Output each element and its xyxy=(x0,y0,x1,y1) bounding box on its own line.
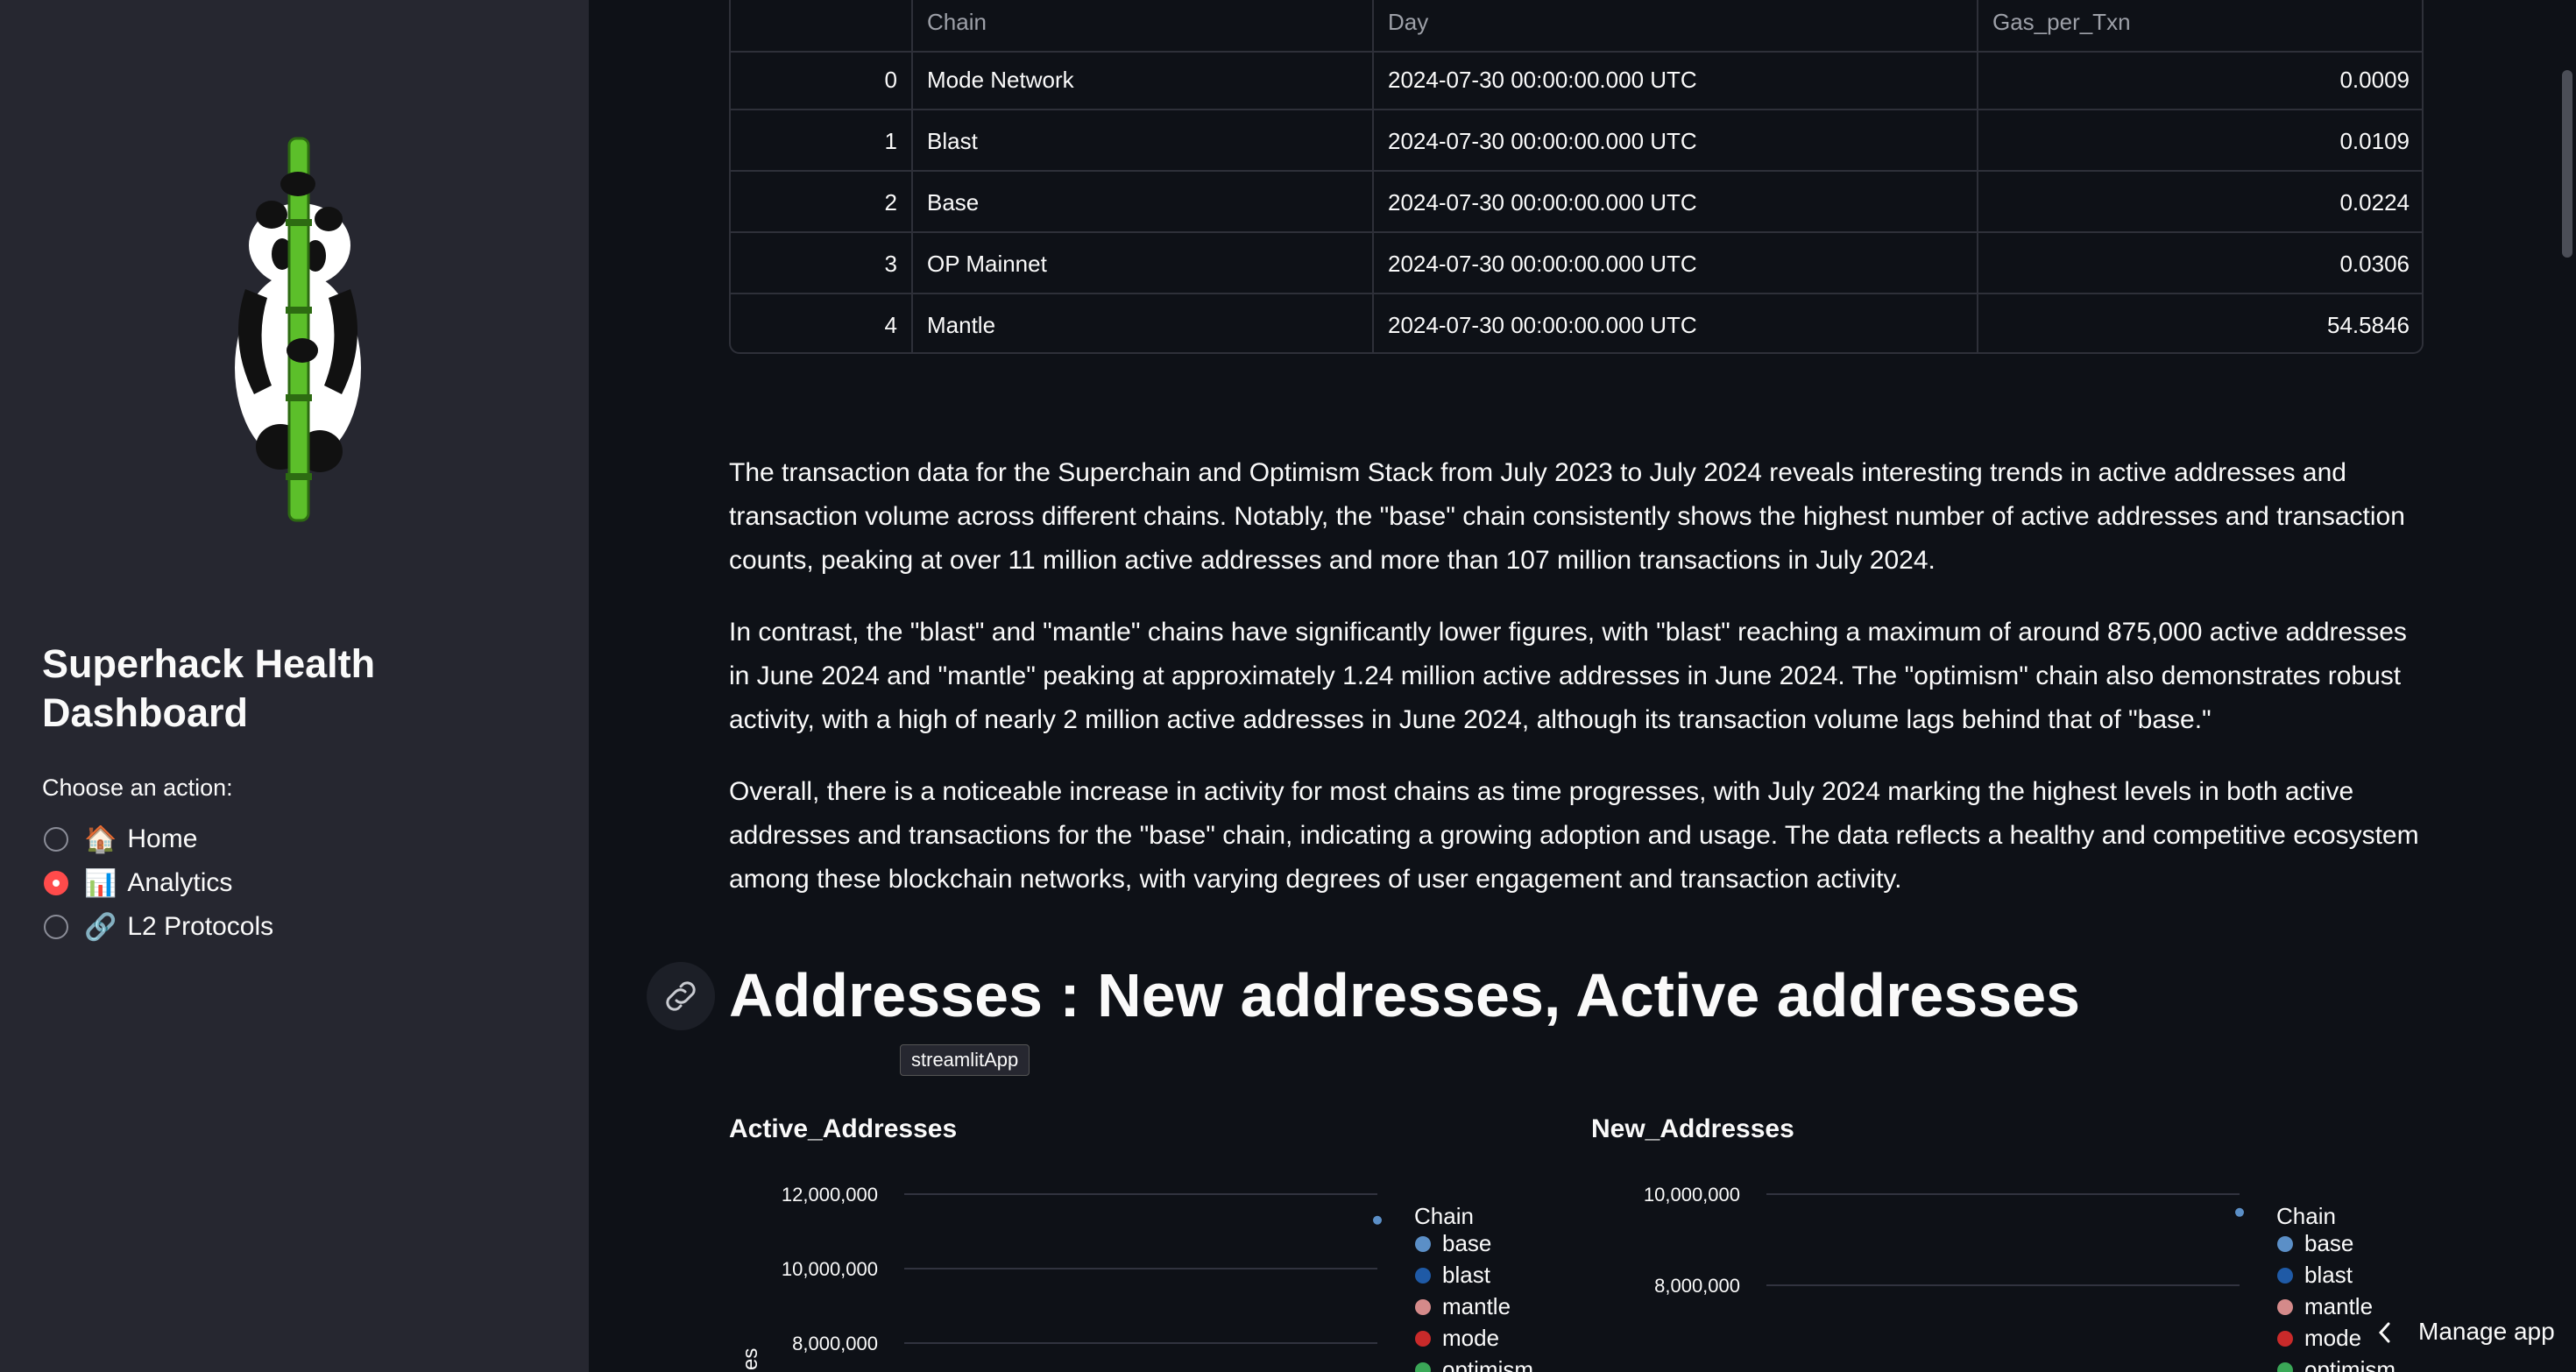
legend-title: Chain xyxy=(2276,1203,2336,1229)
manage-app-label: Manage app xyxy=(2418,1318,2555,1345)
panda-bamboo-logo xyxy=(235,137,361,522)
bar-chart-icon: 📊 xyxy=(84,868,117,898)
table-row[interactable]: 1 Blast 2024-07-30 00:00:00.000 UTC 0.01… xyxy=(731,110,2422,172)
legend-swatch xyxy=(1415,1362,1431,1372)
data-point[interactable] xyxy=(1373,1215,1382,1225)
legend-swatch xyxy=(1415,1268,1431,1284)
legend-swatch xyxy=(1415,1236,1431,1252)
table-row[interactable]: 3 OP Mainnet 2024-07-30 00:00:00.000 UTC… xyxy=(731,233,2422,294)
table-cell: 2024-07-30 00:00:00.000 UTC xyxy=(1374,110,1978,172)
table-cell: 3 xyxy=(731,233,913,294)
section-heading: Addresses : New addresses, Active addres… xyxy=(729,961,2081,1029)
radio-option-analytics[interactable]: 📊 Analytics xyxy=(44,864,232,902)
table-cell: 0 xyxy=(731,49,913,110)
table-cell: 0.0009 xyxy=(2339,67,2410,93)
table-cell: 1 xyxy=(731,110,913,172)
table-cell: 0.0224 xyxy=(2339,189,2410,216)
table-row[interactable]: 4 Mantle 2024-07-30 00:00:00.000 UTC 54.… xyxy=(731,294,2422,352)
y-tick-label: 10,000,000 xyxy=(1644,1184,1740,1206)
table-header-cell[interactable]: Day xyxy=(1374,0,1978,53)
table-header-row: Chain Day Gas_per_Txn xyxy=(731,0,2422,53)
manage-app-button[interactable]: Manage app xyxy=(2366,1293,2576,1372)
table-cell: 2024-07-30 00:00:00.000 UTC xyxy=(1374,49,1978,110)
radio-label-home: Home xyxy=(127,824,198,853)
summary-paragraph: The transaction data for the Superchain … xyxy=(729,458,2405,575)
table-cell: 54.5846 xyxy=(2327,312,2410,338)
link-icon xyxy=(666,981,696,1011)
radio-label-analytics: Analytics xyxy=(127,868,233,897)
legend-item-label[interactable]: mantle xyxy=(1442,1293,1511,1319)
radio-circle[interactable] xyxy=(44,827,68,852)
legend-item-label[interactable]: blast xyxy=(1442,1262,1491,1288)
y-axis-label: es xyxy=(739,1348,762,1370)
legend-swatch xyxy=(2277,1299,2293,1315)
table-cell: 2024-07-30 00:00:00.000 UTC xyxy=(1374,294,1978,352)
sidebar: Superhack Health Dashboard Choose an act… xyxy=(0,0,589,1372)
radio-option-home[interactable]: 🏠 Home xyxy=(44,820,197,859)
legend-swatch xyxy=(2277,1268,2293,1284)
table-row[interactable]: 2 Base 2024-07-30 00:00:00.000 UTC 0.022… xyxy=(731,172,2422,233)
legend-item-label[interactable]: base xyxy=(2304,1230,2353,1256)
summary-paragraph: In contrast, the "blast" and "mantle" ch… xyxy=(729,618,2407,734)
legend-swatch xyxy=(1415,1331,1431,1347)
radio-option-l2-protocols[interactable]: 🔗 L2 Protocols xyxy=(44,908,273,946)
table-cell: 4 xyxy=(731,294,913,352)
house-icon: 🏠 xyxy=(84,824,117,854)
table-row[interactable]: 0 Mode Network 2024-07-30 00:00:00.000 U… xyxy=(731,49,2422,110)
radio-circle-checked[interactable] xyxy=(44,871,68,895)
legend-item-label[interactable]: optimism xyxy=(1442,1356,1533,1372)
action-label: Choose an action: xyxy=(42,774,233,801)
table-cell: 2024-07-30 00:00:00.000 UTC xyxy=(1374,172,1978,233)
table-cell: 0.0306 xyxy=(2339,251,2410,277)
legend-swatch xyxy=(1415,1299,1431,1315)
table-header-cell[interactable]: Gas_per_Txn xyxy=(1978,0,2422,53)
radio-circle[interactable] xyxy=(44,915,68,939)
chart-title-active-addresses: Active_Addresses xyxy=(729,1114,958,1143)
table-cell: Base xyxy=(913,172,1374,233)
legend-item-label[interactable]: mode xyxy=(1442,1325,1499,1351)
anchor-link-button[interactable] xyxy=(647,962,715,1030)
legend-item-label[interactable]: base xyxy=(1442,1230,1491,1256)
legend-item-label[interactable]: mantle xyxy=(2304,1293,2373,1319)
y-tick-label: 8,000,000 xyxy=(1654,1275,1740,1297)
legend-title: Chain xyxy=(1414,1203,1474,1229)
y-tick-label: 12,000,000 xyxy=(782,1184,878,1206)
table-header-cell[interactable] xyxy=(731,0,913,53)
legend-swatch xyxy=(2277,1362,2293,1372)
summary-paragraph: Overall, there is a noticeable increase … xyxy=(729,777,2419,894)
legend-item-label[interactable]: blast xyxy=(2304,1262,2353,1288)
table-cell: OP Mainnet xyxy=(913,233,1374,294)
tooltip: streamlitApp xyxy=(900,1044,1030,1076)
radio-label-l2-protocols: L2 Protocols xyxy=(127,912,274,941)
new-addresses-chart[interactable]: 10,000,000 8,000,000 Chain base blast mantl… xyxy=(1591,1165,2432,1372)
table-cell: Mode Network xyxy=(913,49,1374,110)
table-cell: 2 xyxy=(731,172,913,233)
link-icon: 🔗 xyxy=(84,912,117,942)
chart-title-new-addresses: New_Addresses xyxy=(1591,1114,1794,1143)
active-addresses-chart[interactable]: 12,000,000 10,000,000 8,000,000 es Chain b… xyxy=(729,1165,1570,1372)
table-cell: Blast xyxy=(913,110,1374,172)
y-tick-label: 8,000,000 xyxy=(792,1333,878,1354)
legend-item-label[interactable]: mode xyxy=(2304,1325,2361,1351)
table-header-cell[interactable]: Chain xyxy=(913,0,1374,53)
chevron-left-icon xyxy=(2378,1322,2390,1343)
scrollbar[interactable] xyxy=(2562,70,2572,258)
table-cell: 0.0109 xyxy=(2339,128,2410,154)
y-tick-label: 10,000,000 xyxy=(782,1258,878,1280)
legend-swatch xyxy=(2277,1331,2293,1347)
table-cell: Mantle xyxy=(913,294,1374,352)
main-content: Chain Day Gas_per_Txn 0 Mode Network 202… xyxy=(589,0,2576,1372)
table-cell: 2024-07-30 00:00:00.000 UTC xyxy=(1374,233,1978,294)
data-point[interactable] xyxy=(2235,1207,2244,1217)
dataframe-table[interactable]: Chain Day Gas_per_Txn 0 Mode Network 202… xyxy=(729,0,2424,354)
legend-swatch xyxy=(2277,1236,2293,1252)
app-title: Superhack Health Dashboard xyxy=(42,641,376,735)
